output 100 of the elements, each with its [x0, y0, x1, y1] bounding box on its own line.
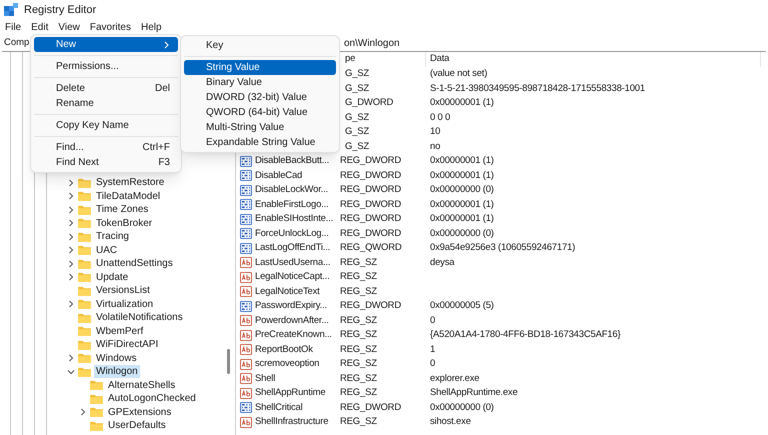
value-data: 0x00000001 (1): [429, 212, 494, 226]
value-type: REG_SZ: [340, 357, 378, 372]
menu-item[interactable]: Expandable String Value: [184, 135, 336, 150]
tree-item[interactable]: WiFiDirectAPI: [94, 338, 160, 352]
menu-bar-item[interactable]: View: [54, 20, 84, 35]
value-name[interactable]: LegalNoticeCapt...: [255, 270, 330, 284]
tree-item[interactable]: Time Zones: [94, 203, 150, 216]
string-value-icon: [240, 272, 252, 283]
value-type: REG_DWORD: [340, 198, 402, 212]
value-name[interactable]: EnableFirstLogo...: [255, 198, 328, 212]
chevron-down-icon[interactable]: [66, 368, 74, 376]
menu-bar-item[interactable]: Favorites: [86, 20, 135, 35]
menu-item[interactable]: Copy Key Name: [34, 118, 178, 133]
value-name[interactable]: DisableBackButt...: [255, 154, 330, 168]
value-name[interactable]: LastUsedUserna...: [255, 256, 330, 270]
chevron-right-icon[interactable]: [66, 354, 74, 362]
tree-item[interactable]: GPExtensions: [106, 406, 174, 419]
binary-value-icon: [240, 184, 252, 196]
tree-item[interactable]: WbemPerf: [94, 324, 146, 338]
value-type: REG_SZ: [340, 314, 378, 328]
value-name[interactable]: PreCreateKnown...: [255, 328, 332, 342]
menu-item[interactable]: String Value: [184, 60, 336, 75]
tree-item[interactable]: Virtualization: [94, 298, 156, 311]
value-data: 0: [429, 314, 436, 328]
value-type: REG_DWORD: [340, 400, 402, 415]
column-header[interactable]: Data: [426, 52, 761, 67]
tree-item[interactable]: VolatileNotifications: [94, 311, 185, 324]
tree-item[interactable]: VersionsList: [94, 284, 152, 298]
value-name[interactable]: PasswordExpiry...: [255, 299, 327, 314]
binary-value-icon: [240, 228, 252, 240]
menu-item[interactable]: DWORD (32-bit) Value: [184, 90, 336, 105]
value-type: G_SZ: [344, 140, 370, 154]
menu-item[interactable]: New: [34, 37, 178, 52]
menu-item[interactable]: Permissions...: [34, 59, 178, 74]
folder-icon: [90, 380, 103, 390]
chevron-right-icon[interactable]: [66, 260, 74, 268]
tree-item[interactable]: UnattendSettings: [94, 257, 175, 270]
chevron-right-icon[interactable]: [66, 300, 74, 308]
value-type: REG_DWORD: [340, 154, 402, 168]
chevron-right-icon[interactable]: [66, 178, 74, 187]
menu-item[interactable]: Delete Del: [34, 81, 178, 96]
chevron-right-icon[interactable]: [66, 219, 74, 228]
value-name[interactable]: PowerdownAfter...: [255, 314, 329, 328]
window-title: Registry Editor: [24, 2, 96, 18]
tree-item[interactable]: AlternateShells: [106, 378, 178, 392]
menu-item[interactable]: Binary Value: [184, 75, 336, 90]
menu-item[interactable]: Key: [184, 38, 336, 53]
folder-icon: [78, 272, 91, 282]
value-name[interactable]: ReportBootOk: [255, 342, 313, 357]
value-data: 0x00000005 (5): [429, 299, 494, 314]
folder-icon: [78, 245, 91, 256]
value-name[interactable]: LegalNoticeText: [255, 284, 320, 299]
tree-item[interactable]: UserDefaults: [106, 419, 168, 432]
tree-item[interactable]: Windows: [94, 352, 139, 365]
value-name[interactable]: scremoveoption: [255, 357, 320, 372]
value-name[interactable]: DisableCad: [255, 168, 302, 183]
chevron-right-icon[interactable]: [66, 206, 74, 214]
chevron-right-icon[interactable]: [66, 192, 74, 200]
menu-item[interactable]: Rename: [34, 96, 178, 111]
value-name[interactable]: EnableSIHostInte...: [255, 212, 334, 226]
menu-bar-item[interactable]: Edit: [27, 20, 52, 35]
menu-item[interactable]: QWORD (64-bit) Value: [184, 105, 336, 120]
value-name[interactable]: LastLogOffEndTi...: [255, 241, 330, 256]
value-name[interactable]: ForceUnlockLog...: [255, 226, 329, 241]
tree-item[interactable]: SystemRestore: [94, 176, 166, 190]
chevron-right-icon[interactable]: [78, 408, 86, 416]
binary-value-icon: [240, 199, 252, 210]
value-type: REG_DWORD: [340, 212, 402, 226]
value-type: G_SZ: [344, 125, 370, 140]
value-name[interactable]: ShellInfrastructure: [255, 415, 328, 430]
scrollbar-thumb[interactable]: [227, 349, 230, 374]
tree-item[interactable]: Winlogon: [94, 365, 140, 378]
binary-value-icon: [240, 214, 252, 225]
chevron-right-icon[interactable]: [66, 246, 74, 254]
tree-item[interactable]: TokenBroker: [94, 216, 154, 230]
string-value-icon: [240, 344, 252, 356]
chevron-right-icon[interactable]: [66, 232, 74, 241]
menu-item[interactable]: Find... Ctrl+F: [34, 140, 178, 155]
value-name[interactable]: Shell: [255, 372, 276, 386]
value-data: 0x00000001 (1): [429, 154, 494, 168]
value-name[interactable]: ShellAppRuntime: [255, 386, 326, 400]
value-data: 0: [429, 357, 436, 372]
menu-bar-item[interactable]: File: [1, 20, 26, 35]
menu-bar-item[interactable]: Help: [136, 20, 166, 35]
value-name[interactable]: DisableLockWor...: [255, 183, 328, 198]
menu-item[interactable]: Find Next F3: [34, 155, 178, 170]
tree-item[interactable]: Tracing: [94, 230, 131, 244]
menu-item[interactable]: Multi-String Value: [184, 120, 336, 135]
chevron-right-icon[interactable]: [66, 273, 74, 282]
value-data: 0x00000001 (1): [429, 96, 494, 110]
tree-item[interactable]: TileDataModel: [94, 190, 162, 203]
value-name[interactable]: ShellCritical: [255, 400, 303, 415]
value-type: G_SZ: [344, 110, 370, 125]
tree-item[interactable]: UAC: [94, 244, 120, 257]
string-value-icon: [240, 257, 252, 268]
value-type: REG_SZ: [340, 270, 378, 284]
folder-icon: [78, 204, 91, 215]
tree-item[interactable]: AutoLogonChecked: [106, 392, 198, 406]
value-type: REG_SZ: [340, 328, 378, 342]
tree-item[interactable]: Update: [94, 270, 130, 284]
